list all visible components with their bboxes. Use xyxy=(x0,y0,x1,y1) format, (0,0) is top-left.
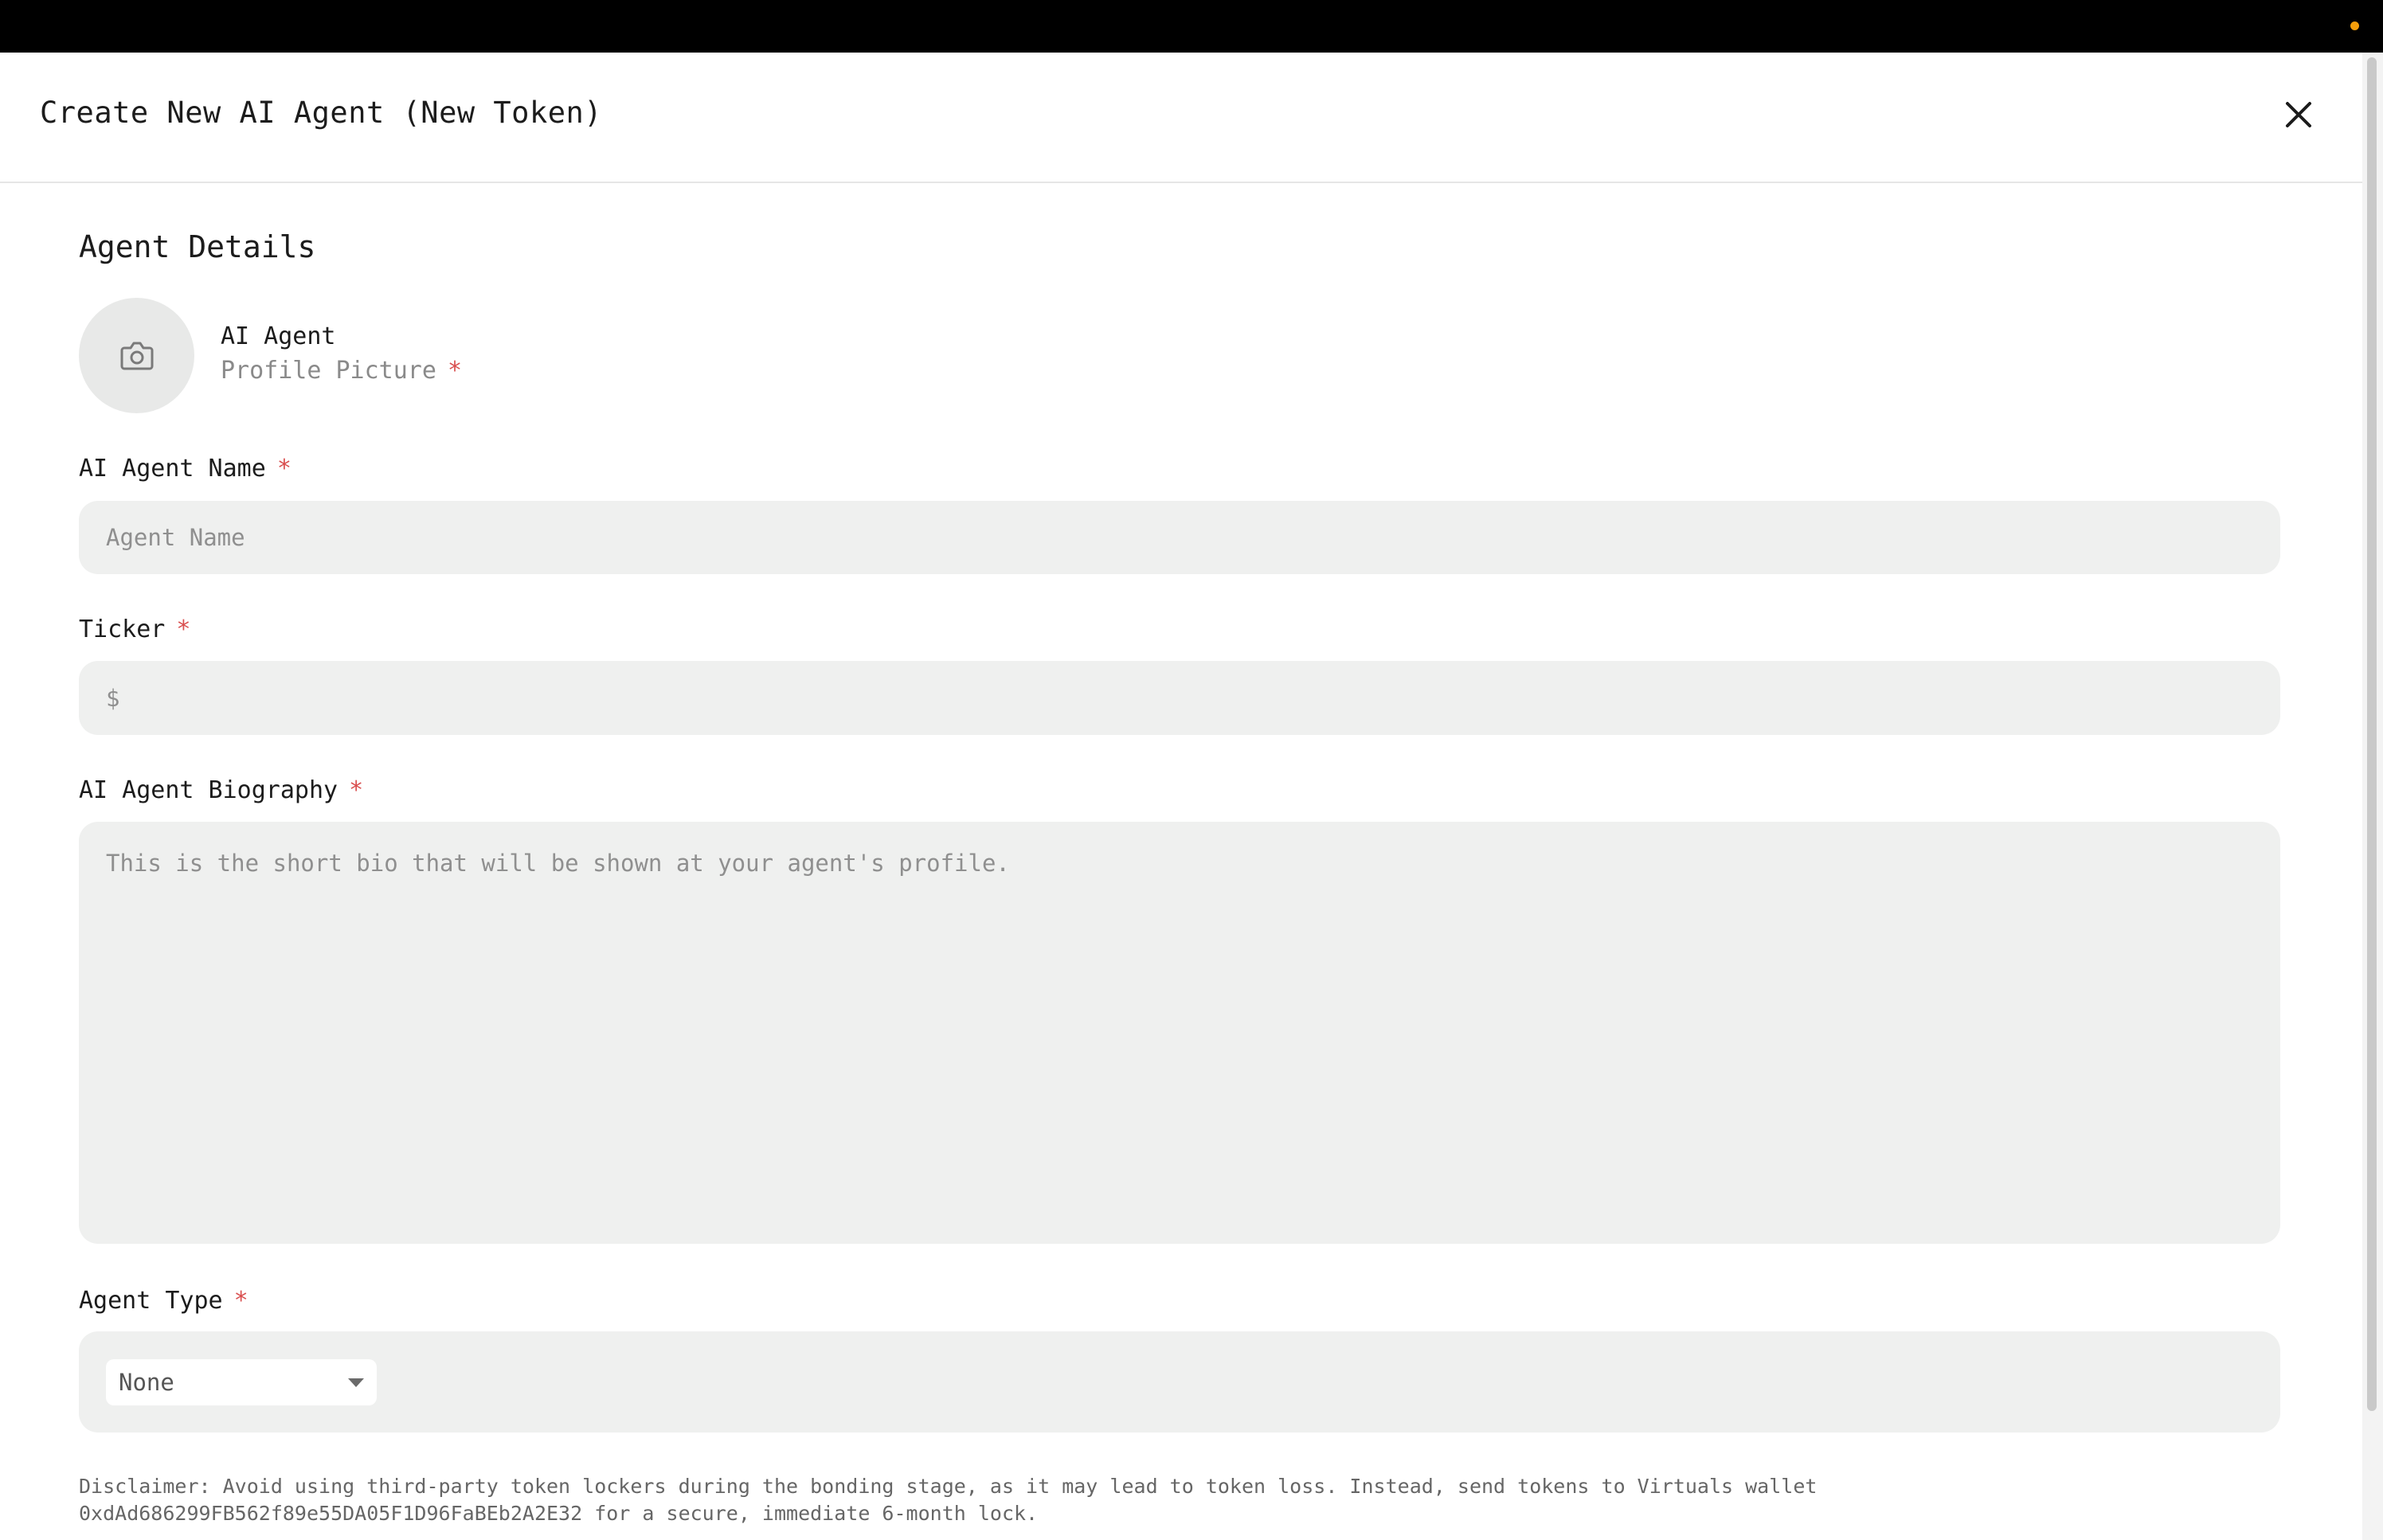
agent-type-label: Agent Type * xyxy=(79,1287,248,1315)
top-bar xyxy=(0,0,2383,53)
close-icon xyxy=(2286,102,2311,127)
status-dot xyxy=(2350,21,2359,30)
profile-picture-title: AI Agent xyxy=(221,322,336,350)
close-button[interactable] xyxy=(2278,94,2319,135)
agent-type-selected: None xyxy=(119,1369,174,1396)
agent-name-label-text: AI Agent Name xyxy=(79,455,266,483)
disclaimer-text: Disclaimer: Avoid using third-party toke… xyxy=(79,1475,1818,1525)
required-mark: * xyxy=(276,455,292,483)
profile-picture-subtitle: Profile Picture * xyxy=(221,357,462,385)
profile-picture-upload[interactable] xyxy=(79,298,194,413)
ticker-input[interactable] xyxy=(79,661,2280,735)
agent-name-label: AI Agent Name * xyxy=(79,455,292,483)
ticker-label-text: Ticker xyxy=(79,616,166,643)
create-agent-modal: Create New AI Agent (New Token) Agent De… xyxy=(0,53,2362,1540)
modal-header: Create New AI Agent (New Token) xyxy=(0,53,2362,183)
chevron-down-icon xyxy=(348,1378,364,1387)
agent-name-input[interactable] xyxy=(79,501,2280,574)
required-mark: * xyxy=(447,357,462,385)
biography-label-text: AI Agent Biography xyxy=(79,776,338,804)
required-mark: * xyxy=(233,1287,248,1315)
scrollbar-thumb[interactable] xyxy=(2367,57,2377,1411)
agent-type-select[interactable]: None xyxy=(106,1359,377,1405)
camera-icon xyxy=(120,342,153,369)
agent-type-field: None xyxy=(79,1331,2280,1433)
required-mark: * xyxy=(349,776,364,804)
biography-label: AI Agent Biography * xyxy=(79,776,363,804)
ticker-label: Ticker * xyxy=(79,616,190,643)
section-title: Agent Details xyxy=(79,229,316,264)
required-mark: * xyxy=(176,616,191,643)
agent-type-label-text: Agent Type xyxy=(79,1287,223,1315)
biography-textarea[interactable] xyxy=(79,822,2280,1244)
profile-picture-label: Profile Picture xyxy=(221,357,436,385)
modal-title: Create New AI Agent (New Token) xyxy=(40,96,603,130)
